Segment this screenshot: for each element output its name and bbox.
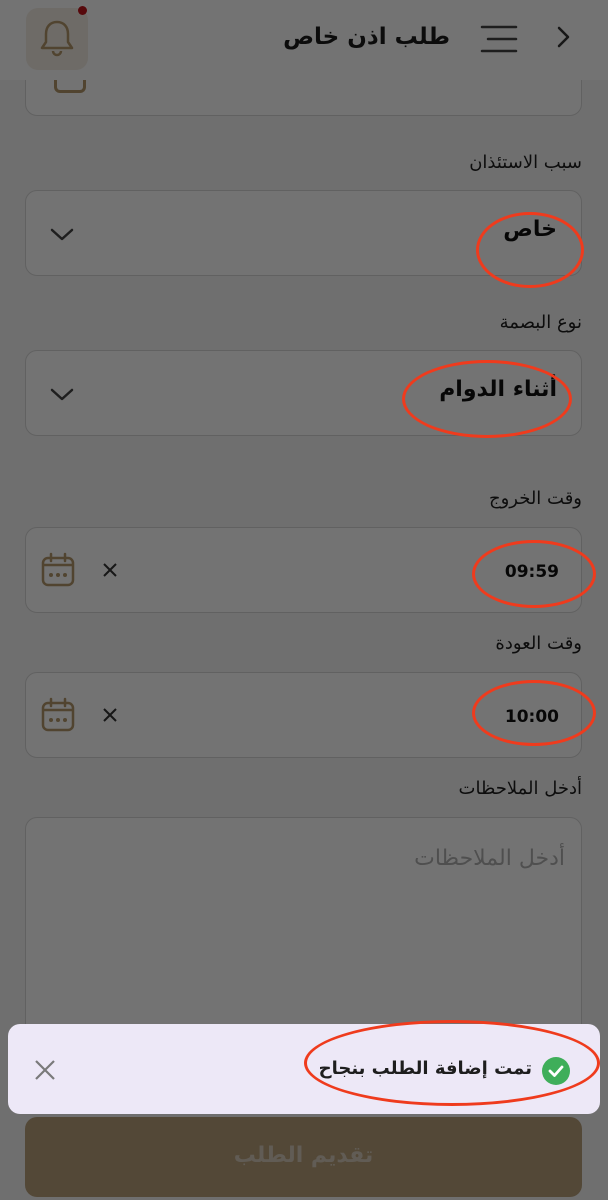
hamburger-icon — [480, 25, 518, 53]
annotation-reason — [476, 212, 584, 288]
annotation-exit-time — [472, 540, 596, 608]
clear-icon[interactable] — [100, 560, 120, 580]
reason-label: سبب الاستئذان — [469, 152, 582, 173]
toast-close-button[interactable] — [32, 1057, 58, 1083]
calendar-icon[interactable] — [40, 552, 76, 588]
fingerprint-type-label: نوع البصمة — [499, 312, 582, 333]
chevron-left-icon — [557, 26, 570, 48]
annotation-fingerprint — [402, 360, 572, 438]
menu-button[interactable] — [478, 20, 520, 58]
page-title: طلب اذن خاص — [283, 24, 450, 50]
notes-textarea[interactable]: أدخل الملاحظات — [25, 817, 582, 1047]
submit-button-label: تقديم الطلب — [233, 1143, 374, 1168]
annotation-return-time — [472, 680, 596, 746]
notes-placeholder: أدخل الملاحظات — [414, 846, 565, 871]
bell-icon — [40, 20, 74, 57]
chevron-down-icon — [50, 388, 74, 401]
submit-button[interactable]: تقديم الطلب — [25, 1117, 582, 1197]
notifications-button[interactable] — [26, 8, 88, 70]
chevron-down-icon — [50, 228, 74, 241]
return-time-label: وقت العودة — [495, 633, 582, 654]
notification-dot — [78, 6, 87, 15]
back-button[interactable] — [548, 22, 578, 52]
notes-label: أدخل الملاحظات — [458, 778, 582, 799]
app-header: طلب اذن خاص — [0, 0, 608, 80]
exit-time-label: وقت الخروج — [488, 488, 582, 509]
clear-icon[interactable] — [100, 705, 120, 725]
calendar-icon[interactable] — [40, 697, 76, 733]
close-icon — [35, 1060, 55, 1080]
annotation-toast — [304, 1020, 600, 1106]
